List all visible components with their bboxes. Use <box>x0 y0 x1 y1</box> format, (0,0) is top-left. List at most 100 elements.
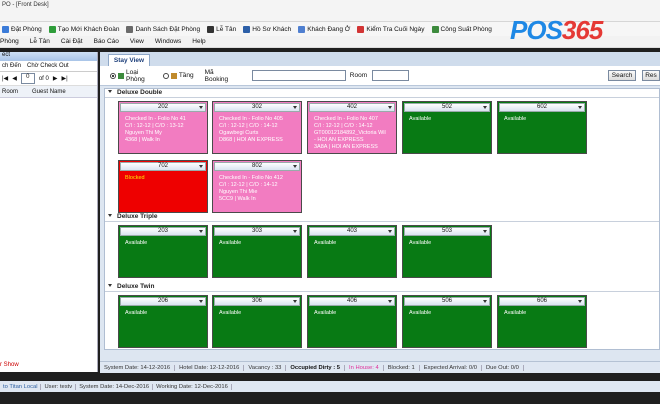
tab-arrivals[interactable]: ch Đến <box>2 63 21 69</box>
room-card[interactable]: 802 Checked In - Folio No 412 C/I : 12-12 … <box>212 160 302 213</box>
room-card[interactable]: 606 Available <box>497 295 587 348</box>
room-number-label: 406 <box>346 298 357 304</box>
room-number[interactable]: 302 <box>214 103 300 112</box>
room-number[interactable]: 502 <box>404 103 490 112</box>
menu-item[interactable]: Báo Cáo <box>94 38 119 45</box>
toolbar-button[interactable]: Danh Sách Đặt Phòng <box>124 25 202 33</box>
toolbar-button[interactable]: Khách Đang Ở <box>296 25 352 33</box>
chevron-down-icon[interactable] <box>483 230 487 233</box>
room-card[interactable]: 303 Available <box>212 225 302 278</box>
room-number[interactable]: 206 <box>120 297 206 306</box>
room-number[interactable]: 606 <box>499 297 585 306</box>
radio-floor[interactable] <box>162 72 169 79</box>
prev-page-icon[interactable]: ◀ <box>12 75 17 82</box>
room-number[interactable]: 503 <box>404 227 490 236</box>
room-number[interactable]: 506 <box>404 297 490 306</box>
room-detail-line: Available <box>219 240 242 246</box>
chevron-down-icon[interactable] <box>293 300 297 303</box>
room-card[interactable]: 403 Available <box>307 225 397 278</box>
section-header[interactable]: Deluxe Triple <box>105 213 659 222</box>
column-room[interactable]: Room <box>2 89 18 95</box>
room-card[interactable]: 206 Available <box>118 295 208 348</box>
chevron-down-icon[interactable] <box>483 106 487 109</box>
room-number[interactable]: 406 <box>309 297 395 306</box>
chevron-down-icon[interactable] <box>388 106 392 109</box>
toolbar-button[interactable]: Tạo Mới Khách Đoàn <box>47 25 122 33</box>
chevron-down-icon[interactable] <box>199 230 203 233</box>
status-item: System Date: 14-12-2016 <box>100 364 176 371</box>
chevron-down-icon[interactable] <box>293 165 297 168</box>
room-number[interactable]: 802 <box>214 162 300 171</box>
chevron-down-icon[interactable] <box>388 300 392 303</box>
chevron-down-icon[interactable] <box>199 300 203 303</box>
room-number[interactable]: 202 <box>120 103 206 112</box>
room-card[interactable]: 402 Checked In - Folio No 407 C/I : 12-12 … <box>307 101 397 154</box>
room-number[interactable]: 602 <box>499 103 585 112</box>
chevron-down-icon[interactable] <box>293 106 297 109</box>
toolbar-button[interactable]: Đặt Phòng <box>0 25 44 33</box>
status-item: Expected Arrival: 0/0 <box>420 364 482 371</box>
search-button[interactable]: Search <box>608 70 637 81</box>
status-item: Occupied Dirty : 5 <box>286 364 346 371</box>
chevron-down-icon[interactable] <box>199 165 203 168</box>
room-number[interactable]: 203 <box>120 227 206 236</box>
reset-button[interactable]: Res <box>642 70 660 81</box>
section-header[interactable]: Deluxe Double <box>105 89 659 98</box>
room-card[interactable]: 406 Available <box>307 295 397 348</box>
room-detail-line: Checked In - Folio No 412 <box>219 175 283 181</box>
chevron-down-icon[interactable] <box>578 300 582 303</box>
room-card[interactable]: 202 Checked In - Folio No 41 C/I : 12-12 |… <box>118 101 208 154</box>
collapse-caret-icon[interactable] <box>108 214 112 217</box>
column-guest-name[interactable]: Guest Name <box>32 89 66 95</box>
page-number-field[interactable]: 0 <box>20 73 35 84</box>
room-card[interactable]: 702 Blocked <box>118 160 208 213</box>
next-page-icon[interactable]: ▶ <box>53 75 58 82</box>
toolbar-button[interactable]: Công Suất Phòng <box>430 25 494 33</box>
chevron-down-icon[interactable] <box>483 300 487 303</box>
booking-code-input[interactable] <box>251 70 346 81</box>
menu-item[interactable]: Lễ Tân <box>30 38 50 45</box>
room-detail-line: Available <box>125 310 148 316</box>
menu-item[interactable]: Phòng <box>0 38 19 45</box>
room-card[interactable]: 306 Available <box>212 295 302 348</box>
chevron-down-icon[interactable] <box>293 230 297 233</box>
stay-view-grid: Deluxe Double 202 Checked In - Folio No 41… <box>104 88 660 350</box>
room-number[interactable]: 702 <box>120 162 206 171</box>
room-card[interactable]: 503 Available <box>402 225 492 278</box>
front-desk-main: Stay View Loại Phòng Tầng Mã Booking Roo… <box>100 52 660 372</box>
chevron-down-icon[interactable] <box>199 106 203 109</box>
tab-pending-checkout[interactable]: Chờ Check Out <box>27 63 69 69</box>
chevron-down-icon[interactable] <box>388 230 392 233</box>
menu-item[interactable]: Windows <box>155 38 181 45</box>
chevron-down-icon[interactable] <box>578 106 582 109</box>
toolbar-button[interactable]: Hồ Sơ Khách <box>241 25 293 33</box>
room-number[interactable]: 303 <box>214 227 300 236</box>
room-number[interactable]: 403 <box>309 227 395 236</box>
toolbar-button[interactable]: Lễ Tân <box>205 25 238 33</box>
collapse-caret-icon[interactable] <box>108 90 112 93</box>
status-item: Blocked: 1 <box>384 364 420 371</box>
room-input[interactable] <box>372 70 410 81</box>
radio-floor-label: Tầng <box>178 72 194 79</box>
room-card[interactable]: 302 Checked In - Folio No 405 C/I : 12-12 … <box>212 101 302 154</box>
room-number[interactable]: 306 <box>214 297 300 306</box>
menu-item[interactable]: Cài Đặt <box>61 38 83 45</box>
room-card[interactable]: 203 Available <box>118 225 208 278</box>
window-title: PO - [Front Desk] <box>2 2 49 8</box>
last-page-icon[interactable]: ▶| <box>61 75 67 82</box>
room-number[interactable]: 402 <box>309 103 395 112</box>
room-label: Room <box>349 72 368 79</box>
room-number-label: 503 <box>441 228 452 234</box>
section-header[interactable]: Deluxe Twin <box>105 283 659 292</box>
room-number-label: 502 <box>441 104 452 110</box>
toolbar-button[interactable]: Kiểm Tra Cuối Ngày <box>355 25 426 33</box>
radio-room-type[interactable] <box>110 72 116 79</box>
tab-stay-view[interactable]: Stay View <box>108 54 150 66</box>
menu-item[interactable]: Help <box>192 38 205 45</box>
first-page-icon[interactable]: |◀ <box>2 75 8 82</box>
room-card[interactable]: 506 Available <box>402 295 492 348</box>
collapse-caret-icon[interactable] <box>108 284 112 287</box>
menu-item[interactable]: View <box>130 38 144 45</box>
room-card[interactable]: 602 Available <box>497 101 587 154</box>
room-card[interactable]: 502 Available <box>402 101 492 154</box>
